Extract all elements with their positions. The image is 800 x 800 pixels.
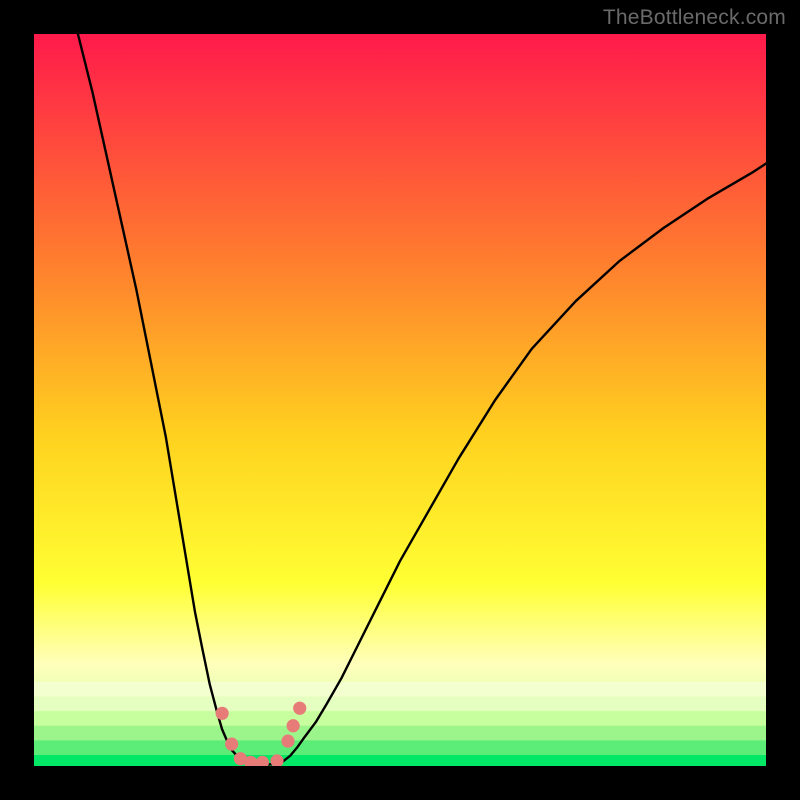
band	[34, 755, 766, 766]
gradient-background	[34, 34, 766, 766]
data-marker	[225, 737, 238, 750]
data-marker	[293, 702, 306, 715]
data-marker	[287, 719, 300, 732]
data-marker	[216, 707, 229, 720]
chart-frame: TheBottleneck.com	[0, 0, 800, 800]
watermark-text: TheBottleneck.com	[603, 6, 786, 30]
plot-svg	[34, 34, 766, 766]
data-marker	[281, 735, 294, 748]
plot-area	[34, 34, 766, 766]
